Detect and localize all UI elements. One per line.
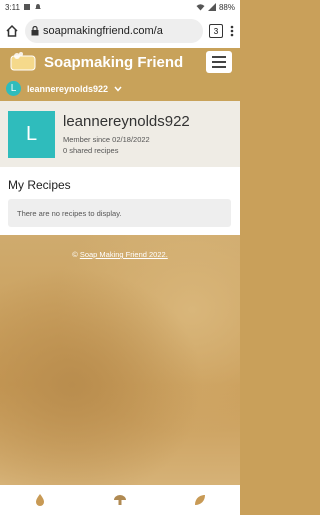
url-text: soapmakingfriend.com/a: [43, 25, 163, 37]
profile-name: leannereynolds922: [63, 112, 190, 130]
avatar: L: [6, 81, 21, 96]
background-image: © Soap Making Friend 2022.: [0, 235, 240, 485]
bell-icon: [34, 4, 41, 9]
copyright: © Soap Making Friend 2022.: [0, 250, 240, 259]
profile-info: leannereynolds922 Member since 02/18/202…: [63, 113, 190, 156]
soap-logo-icon[interactable]: [8, 51, 38, 73]
menu-button[interactable]: [206, 51, 232, 73]
chevron-down-icon: [114, 86, 122, 92]
notification-icon: [23, 4, 30, 10]
url-field[interactable]: soapmakingfriend.com/a: [25, 19, 203, 43]
status-time: 3:11: [5, 2, 20, 12]
browser-toolbar: soapmakingfriend.com/a 3: [0, 14, 240, 48]
lock-icon: [31, 26, 39, 36]
username-label: leannereynolds922: [27, 83, 109, 94]
battery-level: 88%: [218, 2, 235, 12]
profile-avatar: L: [8, 110, 55, 158]
menu-bar: [212, 61, 226, 63]
profile-card: L leannereynolds922 Member since 02/18/2…: [0, 101, 240, 167]
menu-bar: [212, 66, 226, 68]
tab-switcher-button[interactable]: 3: [209, 24, 223, 38]
status-bar: 3:11 88%: [0, 0, 240, 14]
signal-icon: [207, 3, 216, 11]
empty-recipes-message: There are no recipes to display.: [8, 199, 231, 227]
wifi-icon: [196, 4, 205, 11]
user-menu[interactable]: L leannereynolds922: [0, 76, 240, 101]
home-icon[interactable]: [5, 24, 19, 38]
brand-name[interactable]: Soapmaking Friend: [44, 54, 183, 71]
bottom-nav: [0, 485, 240, 515]
member-since: Member since 02/18/2022: [63, 134, 150, 144]
section-title: My Recipes: [8, 178, 71, 192]
more-options-icon[interactable]: [229, 24, 235, 38]
menu-bar: [212, 56, 226, 58]
my-recipes-section: My Recipes There are no recipes to displ…: [0, 167, 240, 235]
copyright-link[interactable]: Soap Making Friend 2022.: [80, 250, 168, 259]
copyright-symbol: ©: [72, 250, 78, 259]
mushroom-icon[interactable]: [113, 493, 127, 507]
soap-drop-icon[interactable]: [33, 493, 47, 507]
app-header: Soapmaking Friend: [0, 48, 240, 76]
leaf-icon[interactable]: [193, 493, 207, 507]
shared-recipes-count: 0 shared recipes: [63, 145, 119, 155]
